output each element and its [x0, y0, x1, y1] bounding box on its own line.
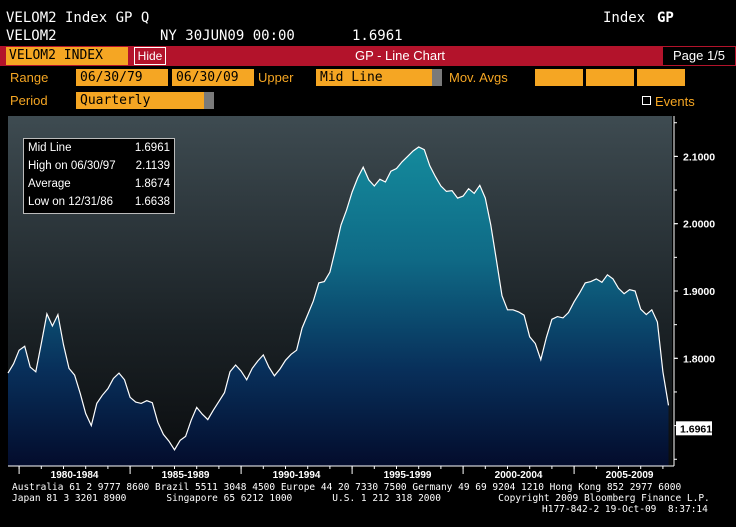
legend-label-avg: Average	[28, 178, 71, 190]
summary-legend: Mid Line 1.6961 High on 06/30/97 2.1139 Av…	[23, 138, 175, 214]
period-select[interactable]: Quarterly	[76, 92, 204, 109]
x-tick-label: 1980-1984	[51, 470, 99, 481]
y-tick-label: 1.9000	[683, 286, 715, 298]
range-label: Range	[10, 70, 49, 85]
legend-value-mid: 1.6961	[134, 142, 170, 154]
security-header: VELOM2 Index GP Q	[6, 10, 150, 26]
legend-value-high: 2.1139	[135, 160, 170, 172]
y-tick-label: 2.0000	[683, 219, 715, 231]
x-tick-label: 1995-1999	[384, 470, 432, 481]
ticker-label: VELOM2	[6, 28, 57, 44]
last-value-label: 1.6961	[680, 423, 712, 435]
legend-value-low: 1.6638	[134, 196, 170, 208]
period-dropdown-arrow[interactable]	[204, 92, 214, 109]
hide-button[interactable]: Hide	[134, 47, 166, 65]
x-tick-label: 1990-1994	[273, 470, 321, 481]
x-tick-label: 1985-1989	[162, 470, 210, 481]
quote-datetime: NY 30JUN09 00:00	[160, 28, 295, 44]
legend-label-low: Low on 12/31/86	[28, 196, 114, 208]
function-code: GP	[657, 10, 674, 26]
upper-select[interactable]: Mid Line	[316, 69, 432, 86]
footer-phones-2: Japan 81 3 3201 8900 Singapore 65 6212 1…	[12, 493, 710, 504]
range-end-input[interactable]: 06/30/09	[172, 69, 254, 86]
chart-title: GP - Line Chart	[354, 48, 446, 63]
upper-dropdown-arrow[interactable]	[432, 69, 442, 86]
y-tick-label: 1.8000	[683, 353, 715, 365]
legend-label-high: High on 06/30/97	[28, 160, 116, 172]
y-tick-label: 2.1000	[683, 151, 715, 163]
range-start-input[interactable]: 06/30/79	[76, 69, 168, 86]
legend-label-mid: Mid Line	[28, 142, 72, 154]
legend-value-avg: 1.8674	[134, 178, 170, 190]
asset-class-label: Index	[603, 10, 646, 26]
mov-avgs-label: Mov. Avgs	[449, 70, 508, 85]
x-tick-label: 2000-2004	[495, 470, 543, 481]
events-checkbox[interactable]	[642, 96, 651, 105]
footer-timestamp: H177-842-2 19-Oct-09 8:37:14	[542, 504, 708, 515]
mov-avg-input-1[interactable]	[535, 69, 583, 86]
security-field[interactable]: VELOM2 INDEX	[6, 47, 128, 65]
events-label: Events	[655, 94, 695, 109]
mov-avg-input-3[interactable]	[637, 69, 685, 86]
footer-phones-1: Australia 61 2 9777 8600 Brazil 5511 304…	[12, 482, 682, 493]
page-indicator[interactable]: Page 1/5	[663, 47, 735, 65]
mov-avg-input-2[interactable]	[586, 69, 634, 86]
last-price: 1.6961	[352, 28, 403, 44]
x-tick-label: 2005-2009	[606, 470, 654, 481]
upper-label: Upper	[258, 70, 294, 85]
period-label: Period	[10, 93, 48, 108]
